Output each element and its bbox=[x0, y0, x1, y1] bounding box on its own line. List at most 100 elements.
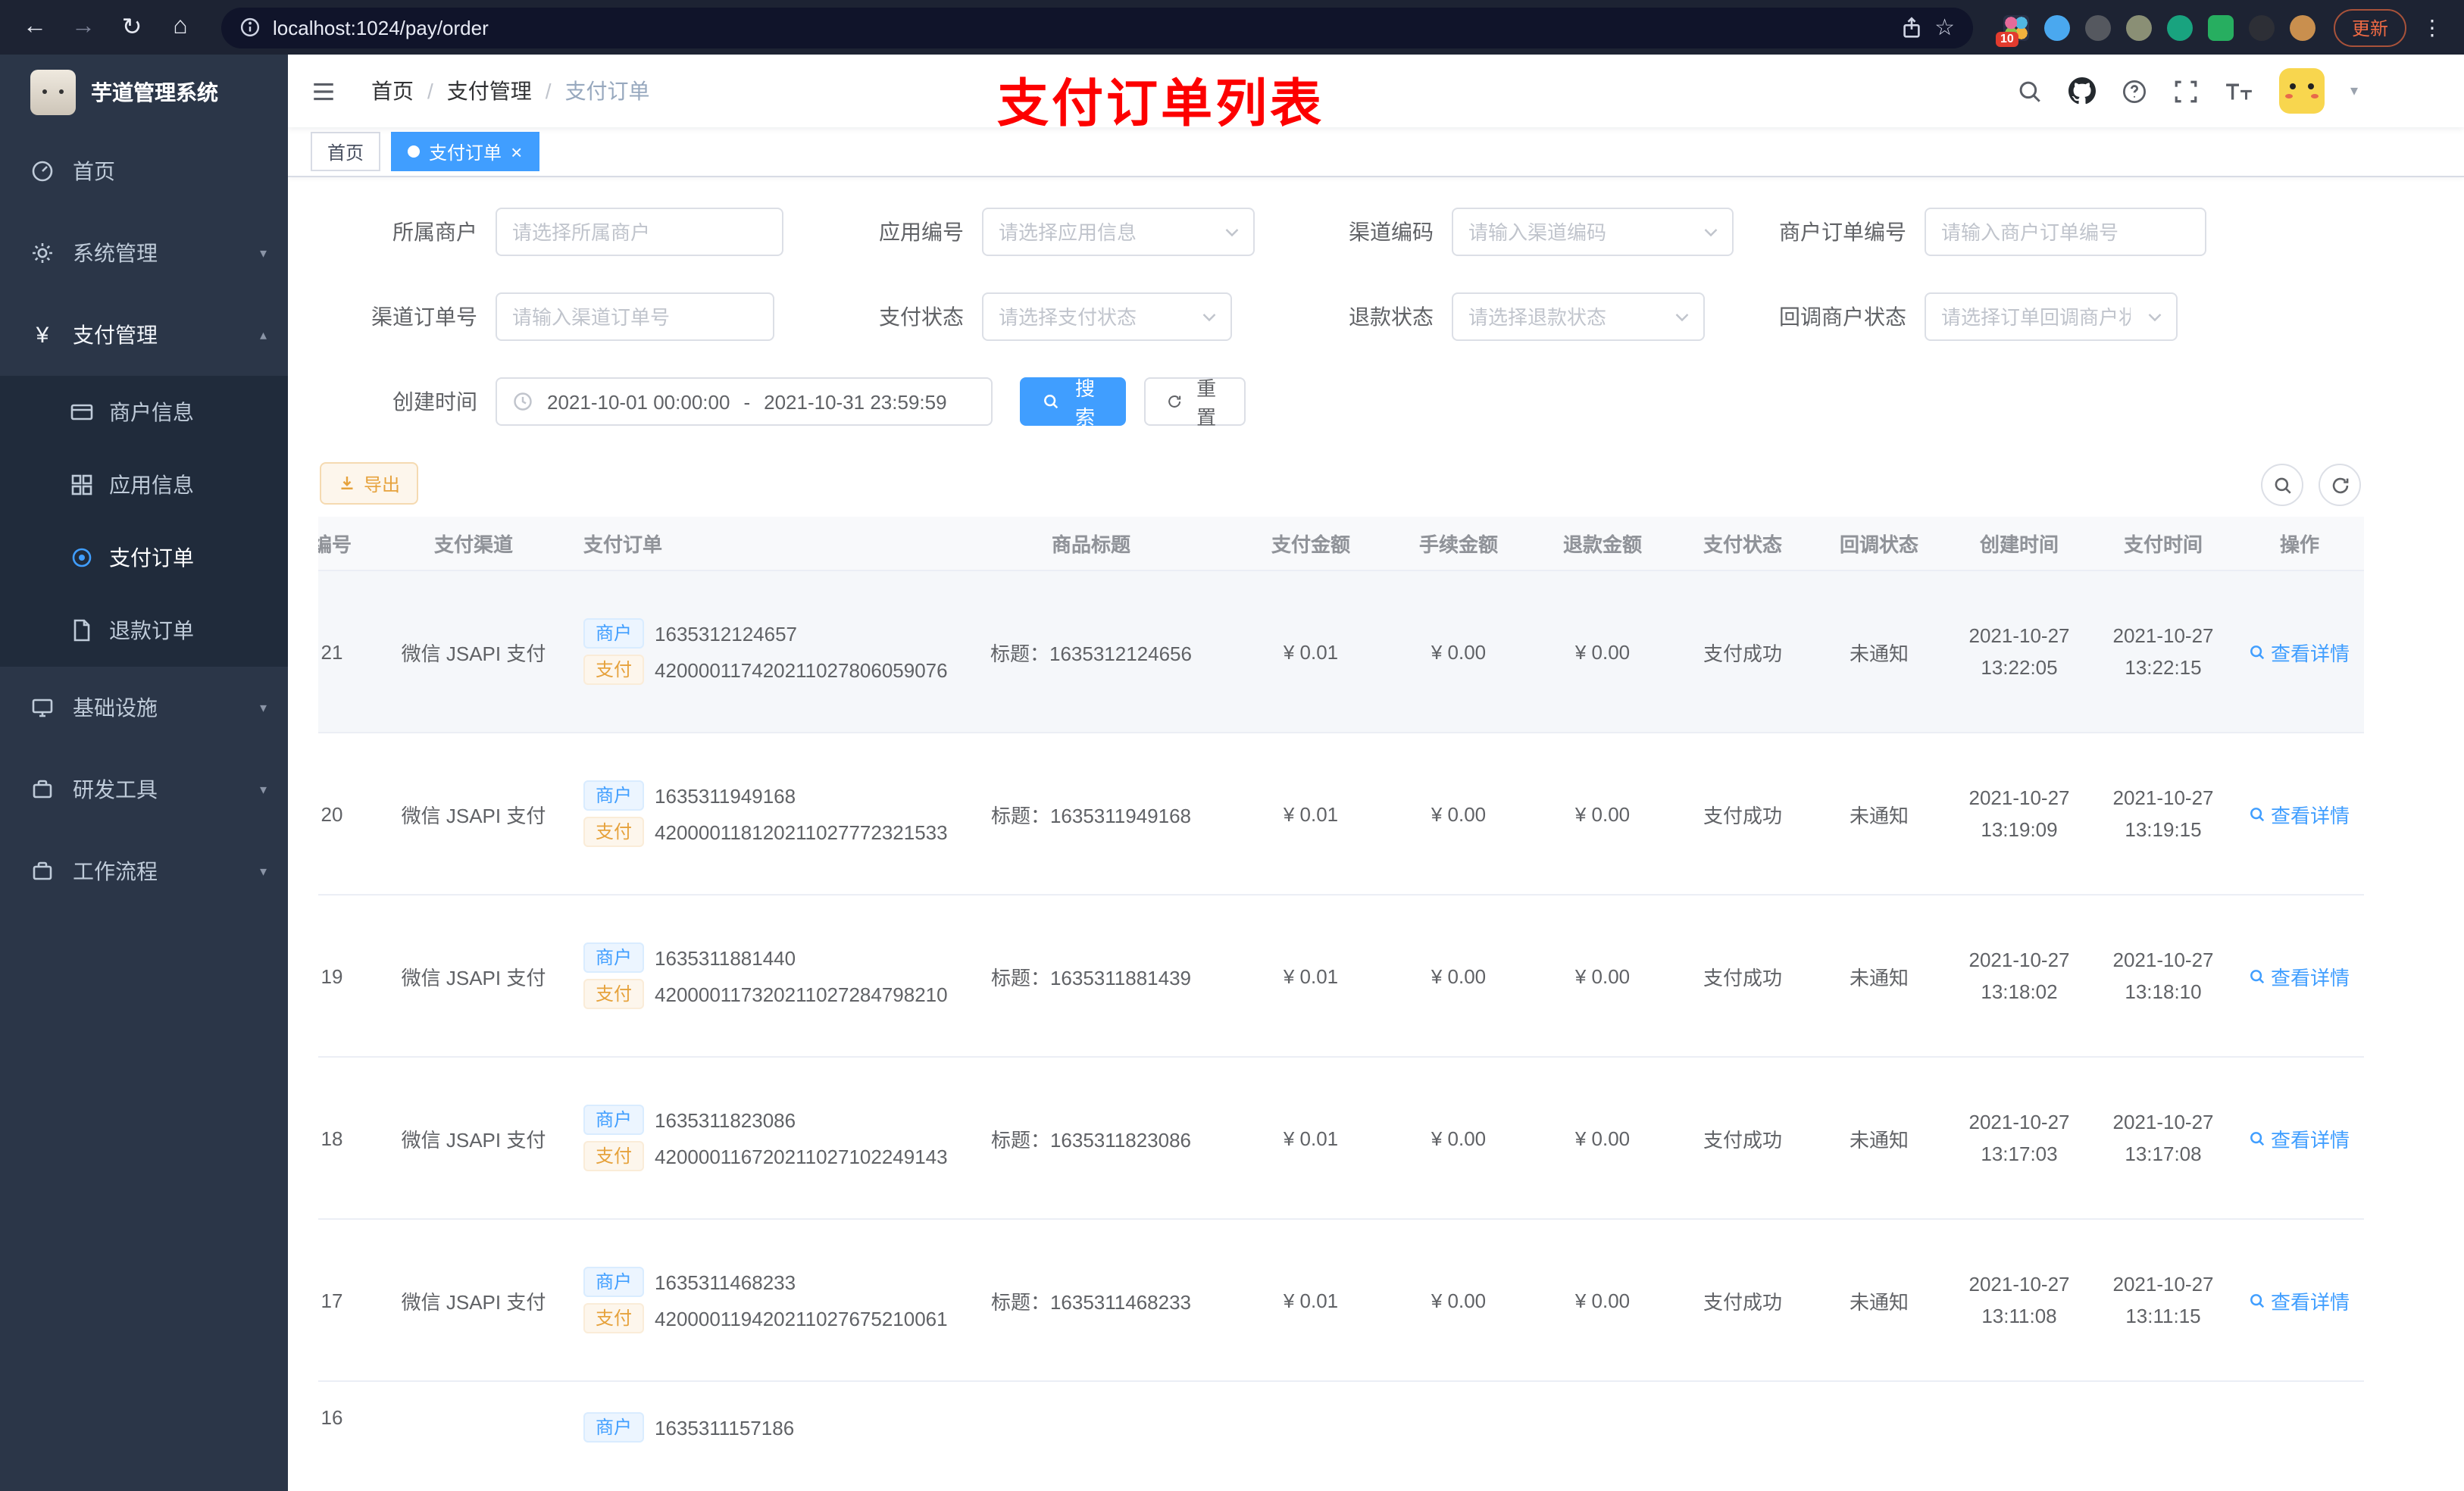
sidebar-item-refund-order[interactable]: 退款订单 bbox=[0, 594, 288, 667]
chevron-down-icon bbox=[1675, 314, 1689, 322]
cell-notify-status: 未通知 bbox=[1849, 1128, 1909, 1151]
cell-id: 21 bbox=[321, 640, 343, 663]
cell-fee: ¥ 0.00 bbox=[1431, 802, 1487, 825]
extension-icon-4[interactable] bbox=[2125, 14, 2152, 40]
toggle-search-button[interactable] bbox=[2261, 464, 2303, 506]
breadcrumb-home[interactable]: 首页 bbox=[371, 76, 414, 106]
extension-icon-5[interactable] bbox=[2166, 14, 2193, 40]
app-logo[interactable]: 芋道管理系统 bbox=[0, 55, 288, 130]
pay-tag: 支付 bbox=[583, 1303, 645, 1333]
refund-status-select[interactable] bbox=[1453, 294, 1673, 339]
view-detail-link[interactable]: 查看详情 bbox=[2250, 637, 2350, 666]
cell-id: 18 bbox=[321, 1127, 343, 1149]
close-icon[interactable]: × bbox=[511, 142, 522, 161]
table-row: 18 微信 JSAPI 支付 商户 1635311823086 支付 4200001… bbox=[318, 1058, 2364, 1220]
extension-icon-8[interactable] bbox=[2289, 14, 2315, 40]
chevron-down-icon bbox=[2148, 314, 2162, 322]
forward-icon[interactable]: → bbox=[64, 8, 103, 47]
search-icon[interactable] bbox=[2017, 78, 2043, 104]
cell-channel: 微信 JSAPI 支付 bbox=[401, 966, 546, 989]
sidebar-item-system[interactable]: 系统管理 ▾ bbox=[0, 212, 288, 294]
extension-icon-3[interactable] bbox=[2084, 14, 2111, 40]
filter-refund-status: 退款状态 bbox=[1293, 292, 1705, 341]
breadcrumb-current: 支付订单 bbox=[564, 79, 650, 103]
avatar-caret-icon[interactable]: ▾ bbox=[2350, 83, 2358, 99]
sidebar-item-payment[interactable]: ¥ 支付管理 ▴ bbox=[0, 294, 288, 376]
view-detail-link[interactable]: 查看详情 bbox=[2250, 799, 2350, 828]
fullscreen-icon[interactable] bbox=[2173, 78, 2199, 104]
payment-submenu: 商户信息 应用信息 支付订单 退款订单 bbox=[0, 376, 288, 667]
search-icon bbox=[2251, 1293, 2265, 1308]
search-icon bbox=[2274, 477, 2290, 493]
extension-icon-1[interactable]: 10 bbox=[1995, 14, 2029, 46]
cell-refund: ¥ 0.00 bbox=[1574, 1289, 1631, 1311]
extension-icon-6[interactable] bbox=[2207, 14, 2234, 40]
cell-refund: ¥ 0.00 bbox=[1574, 1127, 1631, 1149]
bookmark-star-icon[interactable]: ☆ bbox=[1934, 14, 1955, 41]
tab-pay-order[interactable]: 支付订单 × bbox=[391, 132, 539, 171]
sidebar-item-merchant-info[interactable]: 商户信息 bbox=[0, 376, 288, 449]
sidebar-item-workflow[interactable]: 工作流程 ▾ bbox=[0, 830, 288, 912]
cell-pay-status: 支付成功 bbox=[1703, 804, 1782, 827]
document-icon bbox=[73, 619, 90, 642]
filter-merchant: 所属商户 bbox=[336, 208, 783, 256]
filter-channel-order-no: 渠道订单号 bbox=[336, 292, 774, 341]
col-channel: 支付渠道 bbox=[433, 533, 513, 556]
merchant-select[interactable] bbox=[497, 209, 770, 255]
hamburger-icon[interactable] bbox=[288, 55, 359, 127]
chevron-down-icon bbox=[1225, 229, 1239, 237]
tab-home[interactable]: 首页 bbox=[311, 132, 381, 171]
sidebar-item-pay-order[interactable]: 支付订单 bbox=[0, 521, 288, 594]
reset-button[interactable]: 重置 bbox=[1144, 377, 1246, 429]
chevron-up-icon: ▴ bbox=[259, 327, 267, 342]
extension-icon-7[interactable] bbox=[2248, 14, 2275, 40]
back-icon[interactable]: ← bbox=[15, 8, 55, 47]
update-button[interactable]: 更新 bbox=[2333, 8, 2406, 46]
sidebar-item-app-info[interactable]: 应用信息 bbox=[0, 449, 288, 521]
export-button[interactable]: 导出 bbox=[320, 462, 419, 505]
notify-status-select[interactable] bbox=[1926, 294, 2146, 339]
sidebar-item-home[interactable]: 首页 bbox=[0, 130, 288, 212]
cell-id: 17 bbox=[321, 1289, 343, 1311]
reload-icon[interactable]: ↻ bbox=[112, 8, 152, 47]
breadcrumb-section[interactable]: 支付管理 bbox=[447, 76, 532, 106]
font-size-icon[interactable] bbox=[2225, 78, 2253, 104]
active-dot bbox=[408, 145, 421, 158]
home-icon[interactable]: ⌂ bbox=[161, 8, 200, 47]
cell-title: 标题：1635311823086 bbox=[990, 1128, 1192, 1151]
cell-notify-status: 未通知 bbox=[1849, 966, 1909, 989]
user-avatar[interactable] bbox=[2278, 68, 2325, 114]
pay-status-select[interactable] bbox=[983, 294, 1200, 339]
date-start: 2021-10-01 00:00:00 bbox=[547, 390, 730, 413]
pay-tag: 支付 bbox=[583, 979, 645, 1009]
refresh-table-button[interactable] bbox=[2319, 464, 2361, 506]
orders-table: 编号 支付渠道 支付订单 商品标题 支付金额 手续金额 退款金额 支付状态 回调… bbox=[318, 517, 2364, 1491]
view-detail-link[interactable]: 查看详情 bbox=[2250, 1124, 2350, 1152]
page-content: 所属商户 应用编号 渠道编码 商户订单编号 bbox=[288, 177, 2464, 1491]
cell-notify-status: 未通知 bbox=[1849, 1290, 1909, 1313]
channel-order-no-input[interactable] bbox=[497, 294, 761, 339]
search-button[interactable]: 搜索 bbox=[1020, 377, 1126, 429]
url-bar[interactable]: localhost:1024/pay/order ☆ bbox=[221, 7, 1973, 48]
extension-icon-2[interactable] bbox=[2043, 14, 2070, 40]
sidebar-item-infra[interactable]: 基础设施 ▾ bbox=[0, 667, 288, 749]
cell-fee: ¥ 0.00 bbox=[1431, 1127, 1487, 1149]
github-icon[interactable] bbox=[2068, 77, 2096, 105]
view-detail-link[interactable]: 查看详情 bbox=[2250, 961, 2350, 990]
app-select[interactable] bbox=[983, 209, 1223, 255]
view-detail-link[interactable]: 查看详情 bbox=[2250, 1286, 2350, 1314]
browser-menu-icon[interactable]: ⋮ bbox=[2422, 14, 2443, 40]
share-icon[interactable] bbox=[1900, 16, 1922, 39]
pay-tag: 支付 bbox=[583, 655, 645, 685]
merchant-tag: 商户 bbox=[583, 942, 645, 973]
cell-id: 16 bbox=[321, 1406, 343, 1429]
merchant-order-no-input[interactable] bbox=[1926, 209, 2193, 255]
yen-icon: ¥ bbox=[36, 322, 49, 348]
cell-create-time: 2021-10-27 13:11:08 bbox=[1968, 1273, 2070, 1327]
help-icon[interactable] bbox=[2122, 78, 2147, 104]
date-range-input[interactable]: 2021-10-01 00:00:00 - 2021-10-31 23:59:5… bbox=[496, 377, 993, 426]
sidebar-item-dev-tools[interactable]: 研发工具 ▾ bbox=[0, 749, 288, 830]
channel-code-input[interactable] bbox=[1453, 209, 1702, 255]
col-amount: 支付金额 bbox=[1271, 533, 1350, 556]
merchant-tag: 商户 bbox=[583, 780, 645, 811]
